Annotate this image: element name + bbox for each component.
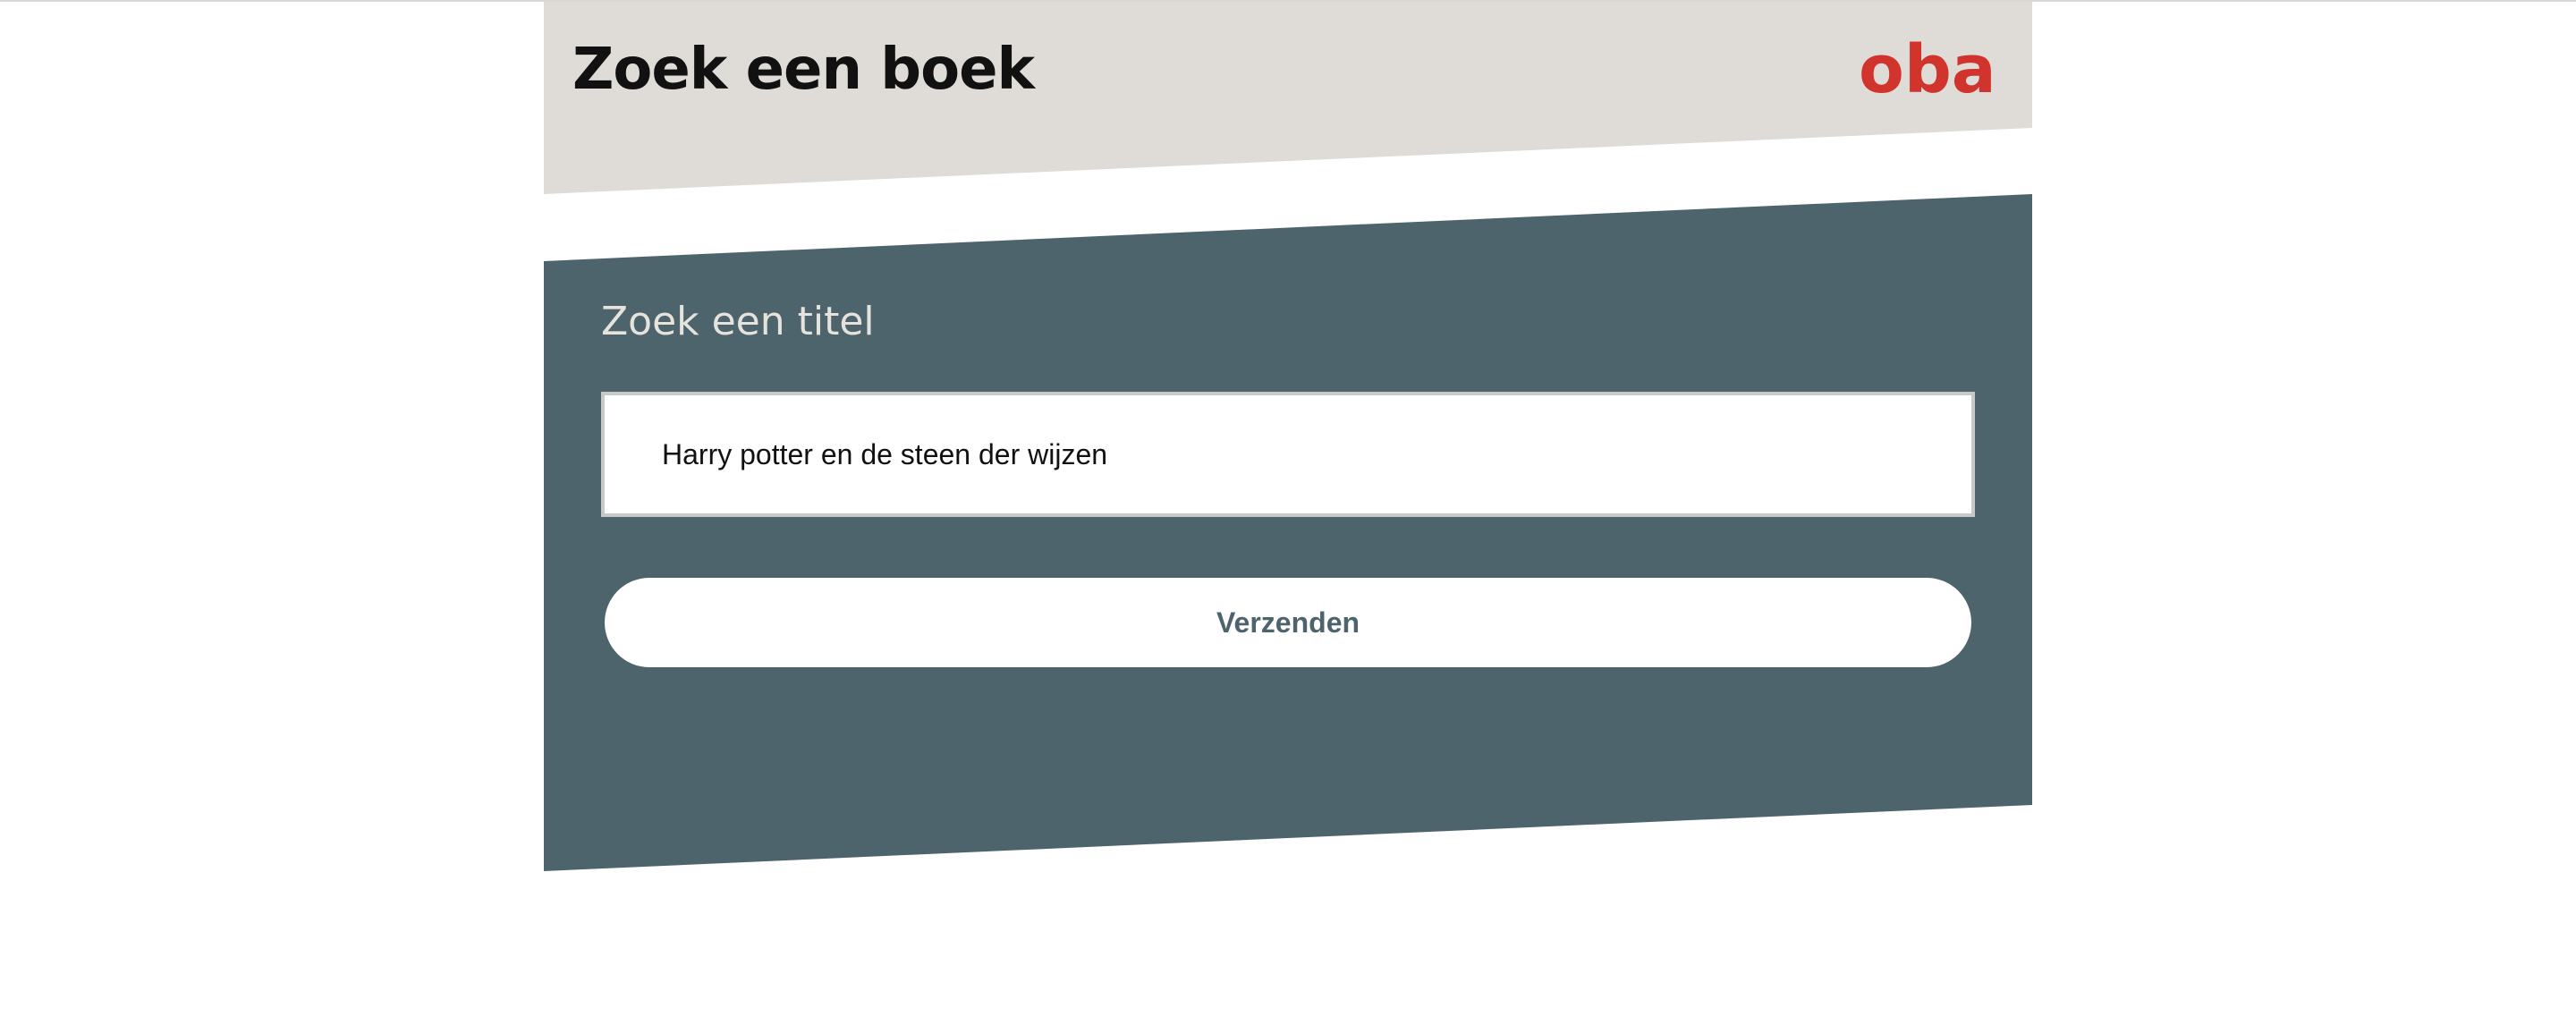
submit-button[interactable]: Verzenden [605,578,1971,667]
page-title: Zoek een boek [572,37,1035,103]
search-form: Zoek een titel Verzenden [601,297,1975,667]
search-panel [544,194,2032,871]
title-search-input[interactable] [601,392,1975,517]
page-container: Zoek een boek oba Zoek een titel Verzend… [544,2,2032,1025]
search-label: Zoek een titel [601,299,875,344]
logo-text: oba [1859,31,1996,108]
oba-logo[interactable]: oba [1859,27,2011,113]
